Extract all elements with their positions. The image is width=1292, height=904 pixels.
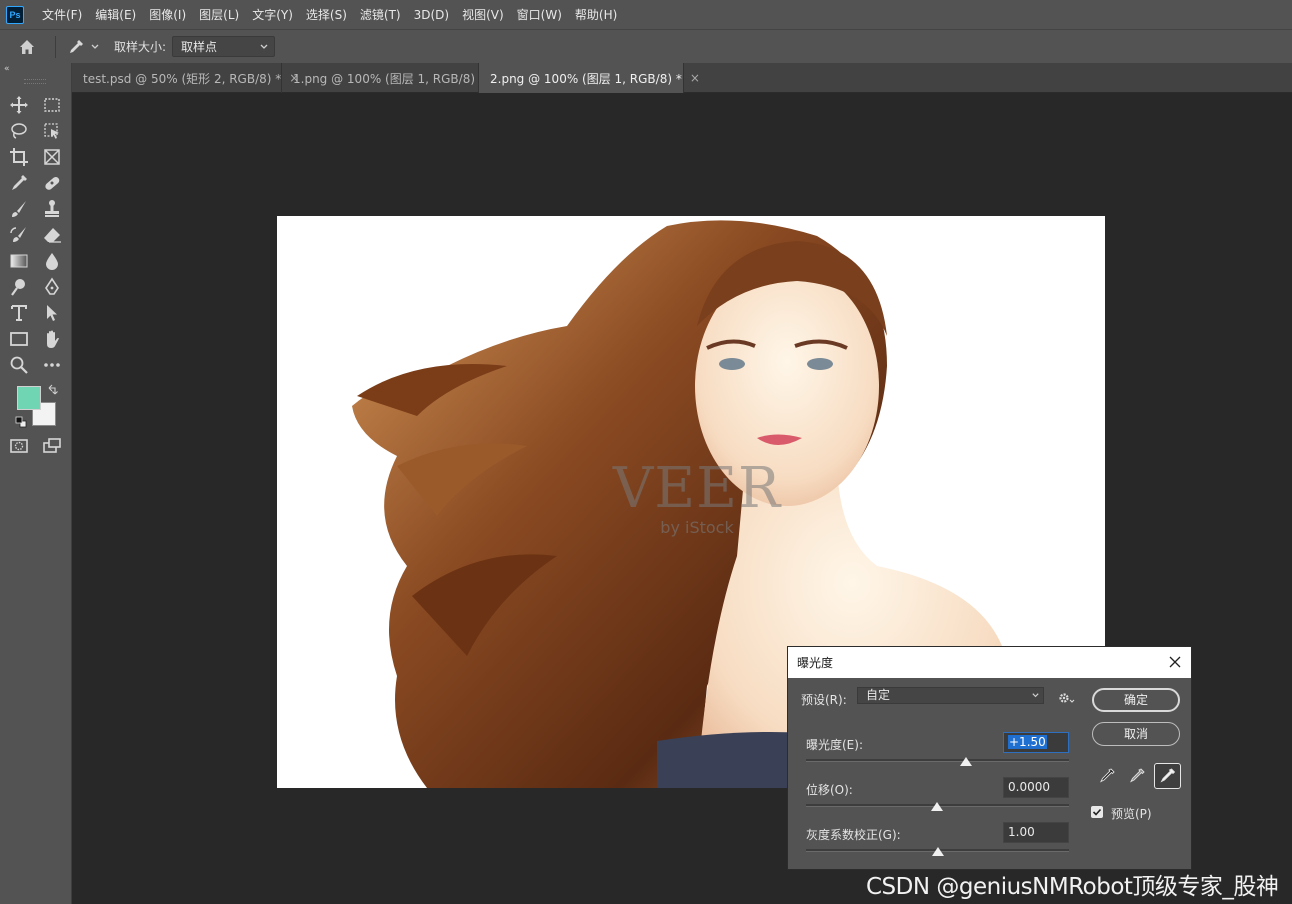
- gamma-input[interactable]: 1.00: [1003, 822, 1069, 843]
- offset-label: 位移(O):: [806, 783, 853, 797]
- black-point-eyedropper-icon[interactable]: [1095, 764, 1119, 788]
- chevron-down-icon: [1032, 693, 1039, 698]
- menu-view[interactable]: 视图(V): [456, 6, 511, 23]
- sample-size-select[interactable]: 取样点: [172, 36, 276, 57]
- lasso-tool-icon[interactable]: [8, 120, 30, 142]
- tab-label: test.psd @ 50% (矩形 2, RGB/8) *: [83, 71, 282, 86]
- exposure-input[interactable]: +1.50: [1003, 732, 1069, 753]
- tab-label: 1.png @ 100% (图层 1, RGB/8): [293, 71, 476, 86]
- gear-icon[interactable]: [1057, 691, 1075, 705]
- chevron-down-icon[interactable]: [90, 42, 100, 52]
- preset-select[interactable]: 自定: [857, 687, 1044, 704]
- menu-window[interactable]: 窗口(W): [511, 6, 569, 23]
- menu-3d[interactable]: 3D(D): [408, 8, 456, 22]
- exposure-slider-track[interactable]: [806, 759, 1069, 762]
- blur-tool-icon[interactable]: [41, 250, 63, 272]
- chevron-down-icon: [260, 44, 268, 49]
- menu-bar: Ps 文件(F) 编辑(E) 图像(I) 图层(L) 文字(Y) 选择(S) 滤…: [0, 0, 1292, 29]
- tab-1-png[interactable]: 1.png @ 100% (图层 1, RGB/8) ×: [282, 63, 493, 93]
- sample-size-label: 取样大小:: [114, 40, 167, 54]
- tools-panel: «: [0, 63, 72, 904]
- tab-2-png[interactable]: 2.png @ 100% (图层 1, RGB/8) * ×: [479, 63, 700, 93]
- close-icon[interactable]: [1168, 655, 1182, 669]
- exposure-label: 曝光度(E):: [806, 738, 863, 752]
- watermark-subtitle: by iStock: [660, 518, 734, 537]
- dodge-tool-icon[interactable]: [8, 276, 30, 298]
- white-point-eyedropper-icon[interactable]: [1154, 763, 1181, 789]
- gamma-value: 1.00: [1008, 825, 1035, 839]
- preview-checkbox[interactable]: [1091, 806, 1103, 818]
- sample-size-value: 取样点: [181, 40, 218, 54]
- menu-select[interactable]: 选择(S): [300, 6, 354, 23]
- foreground-color-swatch[interactable]: [17, 386, 41, 410]
- close-icon[interactable]: ×: [690, 71, 700, 85]
- move-tool-icon[interactable]: [8, 94, 30, 116]
- collapse-panel-icon[interactable]: «: [4, 64, 10, 74]
- menu-edit[interactable]: 编辑(E): [89, 6, 143, 23]
- spot-healing-brush-tool-icon[interactable]: [41, 172, 63, 194]
- document-tab-bar: test.psd @ 50% (矩形 2, RGB/8) * × 1.png @…: [72, 63, 1292, 93]
- menu-layer[interactable]: 图层(L): [193, 6, 246, 23]
- eyedropper-preset-icon[interactable]: [66, 37, 86, 57]
- menu-help[interactable]: 帮助(H): [569, 6, 624, 23]
- frame-tool-icon[interactable]: [41, 146, 63, 168]
- type-tool-icon[interactable]: [8, 302, 30, 324]
- options-separator: [55, 35, 56, 58]
- eraser-tool-icon[interactable]: [41, 224, 63, 246]
- gamma-slider-thumb[interactable]: [932, 847, 944, 856]
- default-colors-icon[interactable]: [15, 416, 27, 428]
- crop-tool-icon[interactable]: [8, 146, 30, 168]
- tab-test-psd[interactable]: test.psd @ 50% (矩形 2, RGB/8) * ×: [72, 63, 299, 93]
- gradient-tool-icon[interactable]: [8, 250, 30, 272]
- rectangular-marquee-tool-icon[interactable]: [41, 94, 63, 116]
- offset-slider-thumb[interactable]: [931, 802, 943, 811]
- brush-tool-icon[interactable]: [8, 198, 30, 220]
- dialog-titlebar[interactable]: 曝光度: [788, 647, 1191, 678]
- menu-image[interactable]: 图像(I): [143, 6, 193, 23]
- dialog-title: 曝光度: [797, 656, 834, 670]
- csdn-credit-watermark: CSDN @geniusNMRobot顶级专家_股神: [866, 874, 1279, 900]
- menu-filter[interactable]: 滤镜(T): [354, 6, 408, 23]
- panel-grip[interactable]: [24, 79, 46, 84]
- tab-label: 2.png @ 100% (图层 1, RGB/8) *: [490, 71, 682, 86]
- rectangle-tool-icon[interactable]: [8, 328, 30, 350]
- gamma-label: 灰度系数校正(G):: [806, 828, 901, 842]
- offset-value: 0.0000: [1008, 780, 1050, 794]
- object-selection-tool-icon[interactable]: [41, 120, 63, 142]
- watermark: VEER: [612, 456, 782, 521]
- more-tools-icon[interactable]: [41, 354, 63, 376]
- exposure-value: +1.50: [1008, 735, 1047, 749]
- menu-file[interactable]: 文件(F): [36, 6, 89, 23]
- options-bar: 取样大小: 取样点: [0, 29, 1292, 63]
- clone-stamp-tool-icon[interactable]: [41, 198, 63, 220]
- offset-input[interactable]: 0.0000: [1003, 777, 1069, 798]
- zoom-tool-icon[interactable]: [8, 354, 30, 376]
- path-selection-tool-icon[interactable]: [41, 302, 63, 324]
- ok-button[interactable]: 确定: [1092, 688, 1180, 712]
- pen-tool-icon[interactable]: [41, 276, 63, 298]
- eyedropper-tool-icon[interactable]: [8, 172, 30, 194]
- home-icon[interactable]: [17, 37, 37, 57]
- gray-point-eyedropper-icon[interactable]: [1125, 764, 1149, 788]
- hand-tool-icon[interactable]: [41, 328, 63, 350]
- exposure-slider-thumb[interactable]: [960, 757, 972, 766]
- history-brush-tool-icon[interactable]: [8, 224, 30, 246]
- cancel-button[interactable]: 取消: [1092, 722, 1180, 746]
- preset-label: 预设(R):: [801, 693, 847, 707]
- swap-colors-icon[interactable]: [47, 384, 59, 396]
- photoshop-logo-icon[interactable]: Ps: [6, 5, 24, 24]
- menu-type[interactable]: 文字(Y): [246, 6, 300, 23]
- quick-mask-icon[interactable]: [8, 435, 30, 457]
- preset-value: 自定: [866, 688, 891, 702]
- screen-mode-icon[interactable]: [41, 435, 63, 457]
- preview-label: 预览(P): [1111, 807, 1152, 821]
